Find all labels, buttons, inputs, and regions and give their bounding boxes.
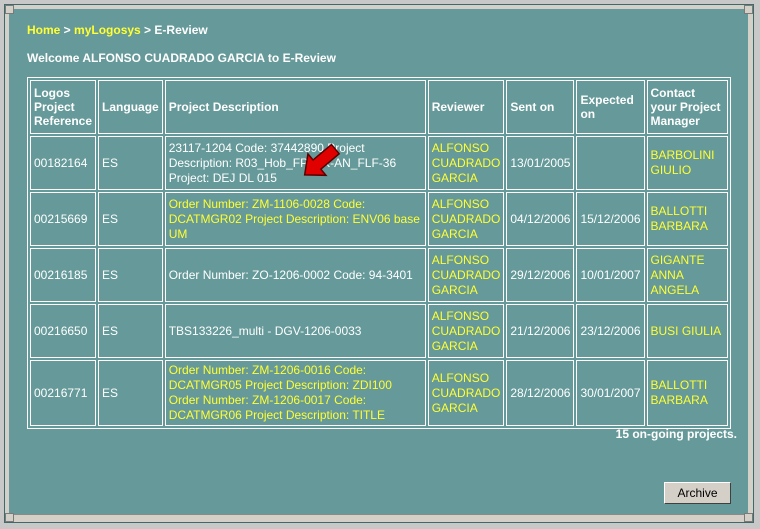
panel-border-right <box>748 14 753 513</box>
red-arrow-icon <box>303 143 341 177</box>
breadcrumb-mylogosys-link[interactable]: myLogosys <box>74 23 141 37</box>
cell-reviewer-link[interactable]: ALFONSO CUADRADO GARCIA <box>427 304 505 358</box>
header-project-description: Project Description <box>164 80 426 134</box>
cell-sent-on: 13/01/2005 <box>506 136 575 190</box>
header-project-reference: Logos Project Reference <box>30 80 97 134</box>
header-reviewer: Reviewer <box>427 80 505 134</box>
cell-expected-on: 15/12/2006 <box>576 192 645 246</box>
panel-border-top <box>14 5 744 9</box>
cell-contact-manager-link[interactable]: GIGANTE ANNA ANGELA <box>646 248 728 302</box>
cell-reviewer-link[interactable]: ALFONSO CUADRADO GARCIA <box>427 192 505 246</box>
archive-button[interactable]: Archive <box>664 482 731 504</box>
header-contact-manager: Contact your Project Manager <box>646 80 728 134</box>
breadcrumb-home-link[interactable]: Home <box>27 23 60 37</box>
cell-project-description-link[interactable]: Order Number: ZM-1106-0028 Code: DCATMGR… <box>164 192 426 246</box>
cell-contact-manager-link[interactable]: BALLOTTI BARBARA <box>646 360 728 426</box>
resize-handle-top-right[interactable] <box>744 5 753 14</box>
cell-sent-on: 29/12/2006 <box>506 248 575 302</box>
resize-handle-top-left[interactable] <box>5 5 14 14</box>
table-row: 00215669 ES Order Number: ZM-1106-0028 C… <box>30 192 728 246</box>
cell-project-reference: 00182164 <box>30 136 97 190</box>
breadcrumb: Home > myLogosys > E-Review <box>27 23 208 37</box>
cell-language: ES <box>98 192 163 246</box>
header-expected-on: Expected on <box>576 80 645 134</box>
table-row: 00216771 ES Order Number: ZM-1206-0016 C… <box>30 360 728 426</box>
breadcrumb-separator: > <box>140 23 155 37</box>
cell-reviewer-link[interactable]: ALFONSO CUADRADO GARCIA <box>427 248 505 302</box>
cell-expected-on <box>576 136 645 190</box>
welcome-message: Welcome ALFONSO CUADRADO GARCIA to E-Rev… <box>27 51 336 65</box>
cell-expected-on: 23/12/2006 <box>576 304 645 358</box>
header-sent-on: Sent on <box>506 80 575 134</box>
breadcrumb-current: E-Review <box>154 23 208 37</box>
cell-reviewer-link[interactable]: ALFONSO CUADRADO GARCIA <box>427 360 505 426</box>
cell-language: ES <box>98 248 163 302</box>
ongoing-projects-count: 15 on-going projects. <box>615 427 737 441</box>
cell-contact-manager-link[interactable]: BUSI GIULIA <box>646 304 728 358</box>
cell-sent-on: 21/12/2006 <box>506 304 575 358</box>
cell-project-description: Order Number: ZO-1206-0002 Code: 94-3401 <box>164 248 426 302</box>
cell-sent-on: 28/12/2006 <box>506 360 575 426</box>
cell-project-description-link[interactable]: Order Number: ZM-1206-0016 Code: DCATMGR… <box>164 360 426 426</box>
cell-language: ES <box>98 304 163 358</box>
cell-expected-on: 10/01/2007 <box>576 248 645 302</box>
cell-language: ES <box>98 136 163 190</box>
cell-contact-manager-link[interactable]: BALLOTTI BARBARA <box>646 192 728 246</box>
cell-language: ES <box>98 360 163 426</box>
cell-project-reference: 00216771 <box>30 360 97 426</box>
breadcrumb-separator: > <box>60 23 75 37</box>
table-header-row: Logos Project Reference Language Project… <box>30 80 728 134</box>
cell-contact-manager-link[interactable]: BARBOLINI GIULIO <box>646 136 728 190</box>
cell-expected-on: 30/01/2007 <box>576 360 645 426</box>
cell-project-reference: 00216185 <box>30 248 97 302</box>
projects-table: Logos Project Reference Language Project… <box>27 77 731 429</box>
resize-handle-bottom-right[interactable] <box>744 513 753 522</box>
panel-border-left <box>5 14 9 513</box>
cell-project-description: TBS133226_multi - DGV-1206-0033 <box>164 304 426 358</box>
header-language: Language <box>98 80 163 134</box>
table-row: 00216185 ES Order Number: ZO-1206-0002 C… <box>30 248 728 302</box>
panel-border-bottom <box>14 514 744 522</box>
resize-handle-bottom-left[interactable] <box>5 513 14 522</box>
cell-project-reference: 00216650 <box>30 304 97 358</box>
table-row: 00182164 ES 23117-1204 Code: 37442890 Pr… <box>30 136 728 190</box>
cell-sent-on: 04/12/2006 <box>506 192 575 246</box>
table-row: 00216650 ES TBS133226_multi - DGV-1206-0… <box>30 304 728 358</box>
cell-reviewer-link[interactable]: ALFONSO CUADRADO GARCIA <box>427 136 505 190</box>
cell-project-reference: 00215669 <box>30 192 97 246</box>
